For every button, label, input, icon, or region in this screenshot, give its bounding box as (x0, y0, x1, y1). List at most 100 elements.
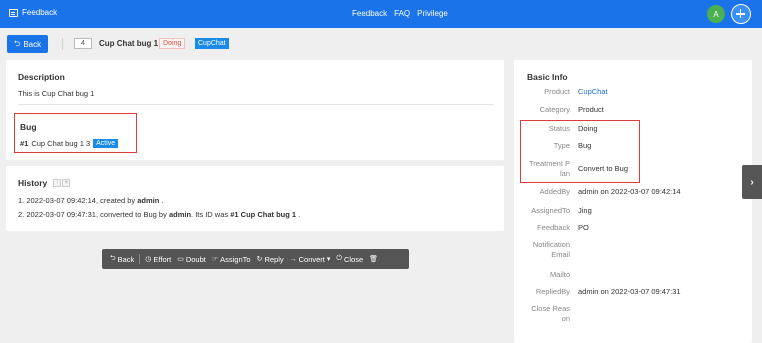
toolbar-divider (139, 254, 141, 264)
back-arrow-icon: ⮌ (13, 39, 21, 48)
assign-to-button[interactable]: ☞ AssignTo (209, 255, 254, 264)
reply-icon: ↻ (256, 256, 263, 263)
info-label: Mailto (549, 270, 570, 279)
nav-faq[interactable]: FAQ (394, 9, 410, 18)
description-title: Description (18, 72, 65, 82)
reply-label: Reply (264, 254, 284, 264)
doubt-button[interactable]: ▭ Doubt (174, 255, 209, 264)
info-label-line: lan (559, 169, 570, 178)
info-label: AddedBy (539, 187, 570, 196)
top-navbar: Feedback Feedback FAQ Privilege A (0, 0, 762, 28)
back-button[interactable]: ⮌ Back (7, 35, 48, 53)
toolbar-back-button[interactable]: ⮌ Back (107, 254, 137, 265)
product-badge: CupChat (195, 38, 229, 49)
history-card: History ↑ + 1. 2022-03-07 09:42:14, crea… (6, 166, 504, 231)
history-controls: ↑ + (53, 179, 71, 187)
info-value-status: Doing (578, 124, 598, 133)
basic-info-title: Basic Info (527, 72, 568, 82)
basic-info-card: Basic Info Product CupChat Category Prod… (514, 60, 752, 343)
close-button[interactable]: ⏻ Close (333, 255, 366, 264)
bug-status-badge: Active (93, 139, 119, 148)
history-entry-text: 2. 2022-03-07 09:47:31, converted to Bug… (18, 210, 169, 219)
hand-icon: ☞ (211, 256, 219, 263)
info-value-added-by: admin on 2022-03-07 09:42:14 (578, 187, 681, 196)
convert-button[interactable]: → Convert ▾ (287, 255, 334, 264)
avatar[interactable]: A (707, 5, 725, 23)
page-title: Cup Chat bug 1 (99, 39, 159, 48)
history-entry-end: . (296, 210, 301, 219)
expand-icon[interactable]: + (62, 179, 71, 187)
history-entry-text: . Its ID was (191, 210, 231, 219)
assign-to-label: AssignTo (220, 254, 251, 264)
close-label: Close (343, 254, 364, 264)
delete-button[interactable]: 🗑 (366, 255, 381, 263)
description-text: This is Cup Chat bug 1 (18, 89, 95, 98)
info-label: AssignedTo (531, 206, 570, 215)
info-label-line: Treatment P (529, 159, 570, 168)
nav-privilege[interactable]: Privilege (417, 9, 448, 18)
bug-id: #1 (20, 139, 29, 148)
info-value-category: Product (578, 105, 604, 114)
bug-name: Cup Chat bug 1 3 (31, 139, 91, 148)
history-user: admin (137, 196, 160, 205)
comment-icon: ▭ (177, 256, 184, 263)
action-toolbar: ⮌ Back ◷ Effort ▭ Doubt ☞ AssignTo ↻ Reply → C… (102, 249, 409, 269)
info-value-type: Bug (578, 141, 592, 150)
info-label: Close Reas on (520, 304, 570, 324)
history-title: History (18, 178, 48, 188)
history-header: History ↑ + (18, 178, 71, 188)
info-label-line: Email (551, 250, 570, 259)
main-nav: Feedback FAQ Privilege (352, 9, 448, 18)
caret-down-icon: ▾ (326, 256, 331, 263)
doubt-label: Doubt (185, 254, 206, 264)
info-label: Feedback (537, 223, 570, 232)
brand-label: Feedback (22, 8, 58, 17)
divider (18, 104, 494, 105)
bug-section: Bug #1 Cup Chat bug 1 3 Active (14, 113, 137, 153)
info-label: Notification Email (520, 240, 570, 260)
sort-icon[interactable]: ↑ (53, 179, 62, 187)
feedback-icon (9, 8, 18, 17)
info-label-line: Close Reas (531, 304, 570, 313)
power-icon: ⏻ (336, 255, 342, 262)
info-label-line: Notification (532, 240, 570, 249)
history-entry: 2. 2022-03-07 09:47:31, converted to Bug… (18, 210, 300, 219)
history-entry-text: 1. 2022-03-07 09:42:14, created by (18, 196, 138, 205)
bug-title: Bug (20, 122, 37, 132)
nav-feedback[interactable]: Feedback (352, 9, 387, 18)
history-user: admin (168, 210, 192, 219)
effort-label: Effort (153, 254, 172, 264)
toolbar-back-label: Back (117, 254, 135, 264)
brand[interactable]: Feedback (9, 8, 57, 17)
history-entry: 1. 2022-03-07 09:42:14, created by admin… (18, 196, 164, 205)
info-value-treatment-plan: Convert to Bug (578, 164, 629, 173)
info-label: RepliedBy (535, 287, 570, 296)
info-value-replied-by: admin on 2022-03-07 09:47:31 (578, 287, 681, 296)
info-label: Treatment Plan (520, 159, 570, 179)
plus-circle-icon[interactable] (731, 4, 751, 24)
trash-icon: 🗑 (369, 256, 379, 263)
info-label: Category (539, 105, 570, 114)
detail-card: Description This is Cup Chat bug 1 Bug #… (6, 60, 504, 160)
info-label: Status (548, 124, 570, 133)
back-button-label: Back (23, 39, 42, 49)
feedback-id: 4 (74, 38, 92, 49)
divider (62, 38, 63, 50)
back-arrow-icon: ⮌ (110, 254, 116, 262)
clock-icon: ◷ (145, 256, 152, 263)
effort-button[interactable]: ◷ Effort (142, 255, 174, 264)
bug-link[interactable]: #1 Cup Chat bug 1 3 Active (20, 139, 119, 148)
arrow-right-icon: → (289, 255, 297, 263)
chevron-right-icon[interactable]: › (742, 165, 762, 199)
info-value-feedback: PO (578, 223, 589, 232)
status-badge: Doing (159, 38, 186, 49)
info-label: Type (553, 141, 570, 150)
info-label-line: on (561, 314, 570, 323)
reply-button[interactable]: ↻ Reply (254, 255, 287, 264)
info-label: Product (544, 87, 570, 96)
history-bug-ref[interactable]: #1 Cup Chat bug 1 (230, 210, 296, 219)
convert-label: Convert (298, 254, 325, 264)
info-value-product[interactable]: CupChat (578, 87, 608, 96)
history-entry-end: . (159, 196, 164, 205)
info-value-assigned-to: Jing (578, 206, 592, 215)
